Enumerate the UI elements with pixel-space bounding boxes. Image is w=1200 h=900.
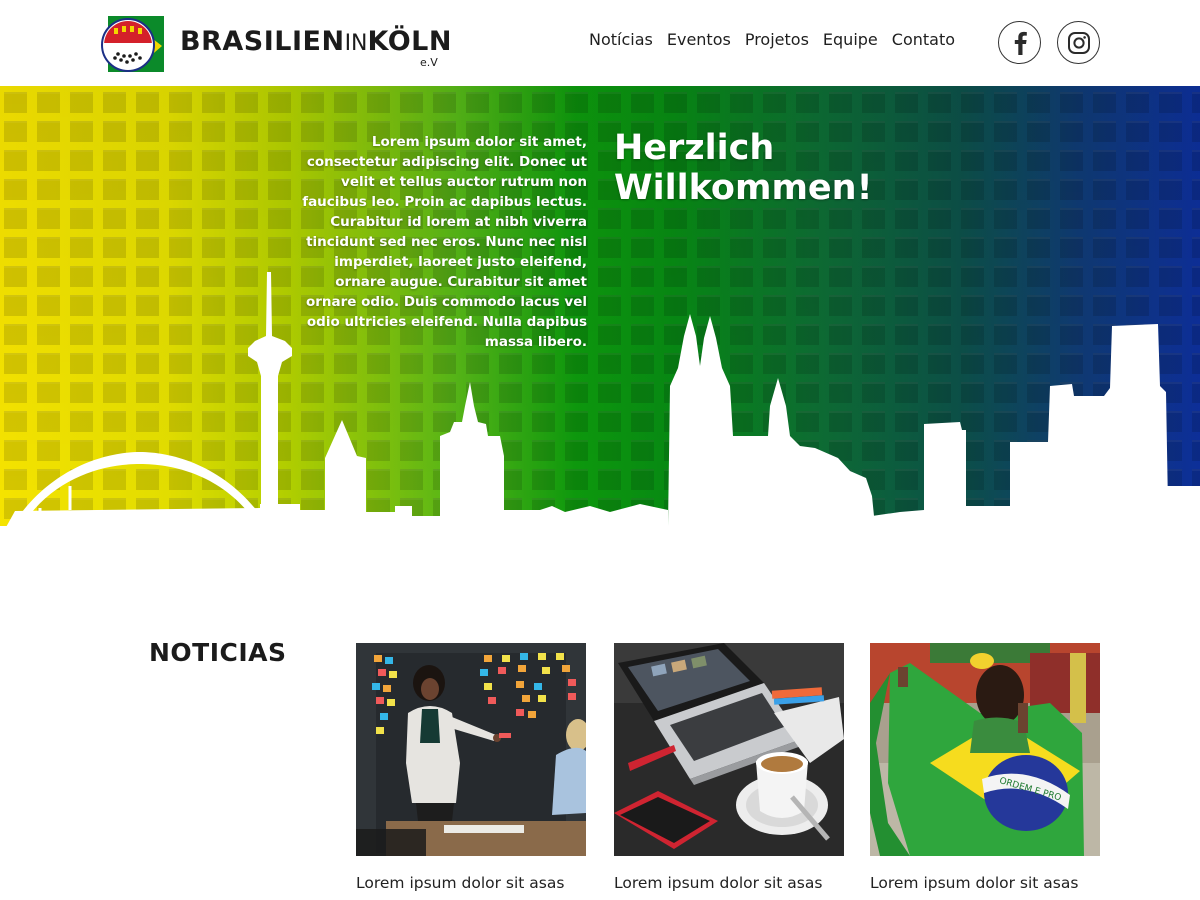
logo-text-main: BRASILIEN bbox=[180, 26, 345, 57]
hero-title-line2: Willkommen! bbox=[614, 168, 873, 208]
main-nav: Notícias Eventos Projetos Equipe Contato bbox=[589, 30, 955, 49]
news-card[interactable]: Lorem ipsum dolor sit asas bbox=[356, 643, 586, 892]
news-card-image-laptop-coffee[interactable] bbox=[614, 643, 844, 856]
news-card[interactable]: Lorem ipsum dolor sit asas bbox=[614, 643, 844, 892]
hero-title: Herzlich Willkommen! bbox=[614, 128, 914, 208]
news-card-image-presentation[interactable] bbox=[356, 643, 586, 856]
site-logo[interactable]: BRASILIENINKÖLN e.V bbox=[98, 12, 451, 76]
facebook-button[interactable] bbox=[998, 21, 1041, 64]
news-card-image-brazil-flag[interactable]: ORDEM E PRO bbox=[870, 643, 1100, 856]
hero-title-line1: Herzlich bbox=[614, 128, 775, 168]
news-card[interactable]: ORDEM E PRO Lorem ipsum dolor sit asas bbox=[870, 643, 1100, 892]
logo-wordmark: BRASILIENINKÖLN bbox=[180, 26, 452, 57]
cologne-skyline-silhouette bbox=[0, 272, 1200, 546]
nav-item-contato[interactable]: Contato bbox=[892, 30, 955, 49]
news-card-caption[interactable]: Lorem ipsum dolor sit asas bbox=[870, 874, 1100, 892]
nav-item-noticias[interactable]: Notícias bbox=[589, 30, 653, 49]
site-header: BRASILIENINKÖLN e.V Notícias Eventos Pro… bbox=[0, 0, 1200, 86]
nav-item-projetos[interactable]: Projetos bbox=[745, 30, 809, 49]
nav-item-eventos[interactable]: Eventos bbox=[667, 30, 731, 49]
nav-item-equipe[interactable]: Equipe bbox=[823, 30, 878, 49]
logo-subtitle: e.V bbox=[420, 56, 438, 69]
logo-text-city: KÖLN bbox=[367, 26, 452, 57]
instagram-button[interactable] bbox=[1057, 21, 1100, 64]
instagram-icon bbox=[1067, 31, 1090, 54]
logo-text-in: IN bbox=[344, 31, 368, 56]
hero-banner: Lorem ipsum dolor sit amet, consectetur … bbox=[0, 86, 1200, 546]
hero-intro-text: Lorem ipsum dolor sit amet, consectetur … bbox=[302, 134, 587, 350]
facebook-icon bbox=[1014, 31, 1027, 55]
news-card-caption[interactable]: Lorem ipsum dolor sit asas bbox=[356, 874, 586, 892]
news-card-caption[interactable]: Lorem ipsum dolor sit asas bbox=[614, 874, 844, 892]
news-section-heading: NOTICIAS bbox=[149, 638, 287, 667]
logo-flag-icon bbox=[98, 12, 168, 76]
